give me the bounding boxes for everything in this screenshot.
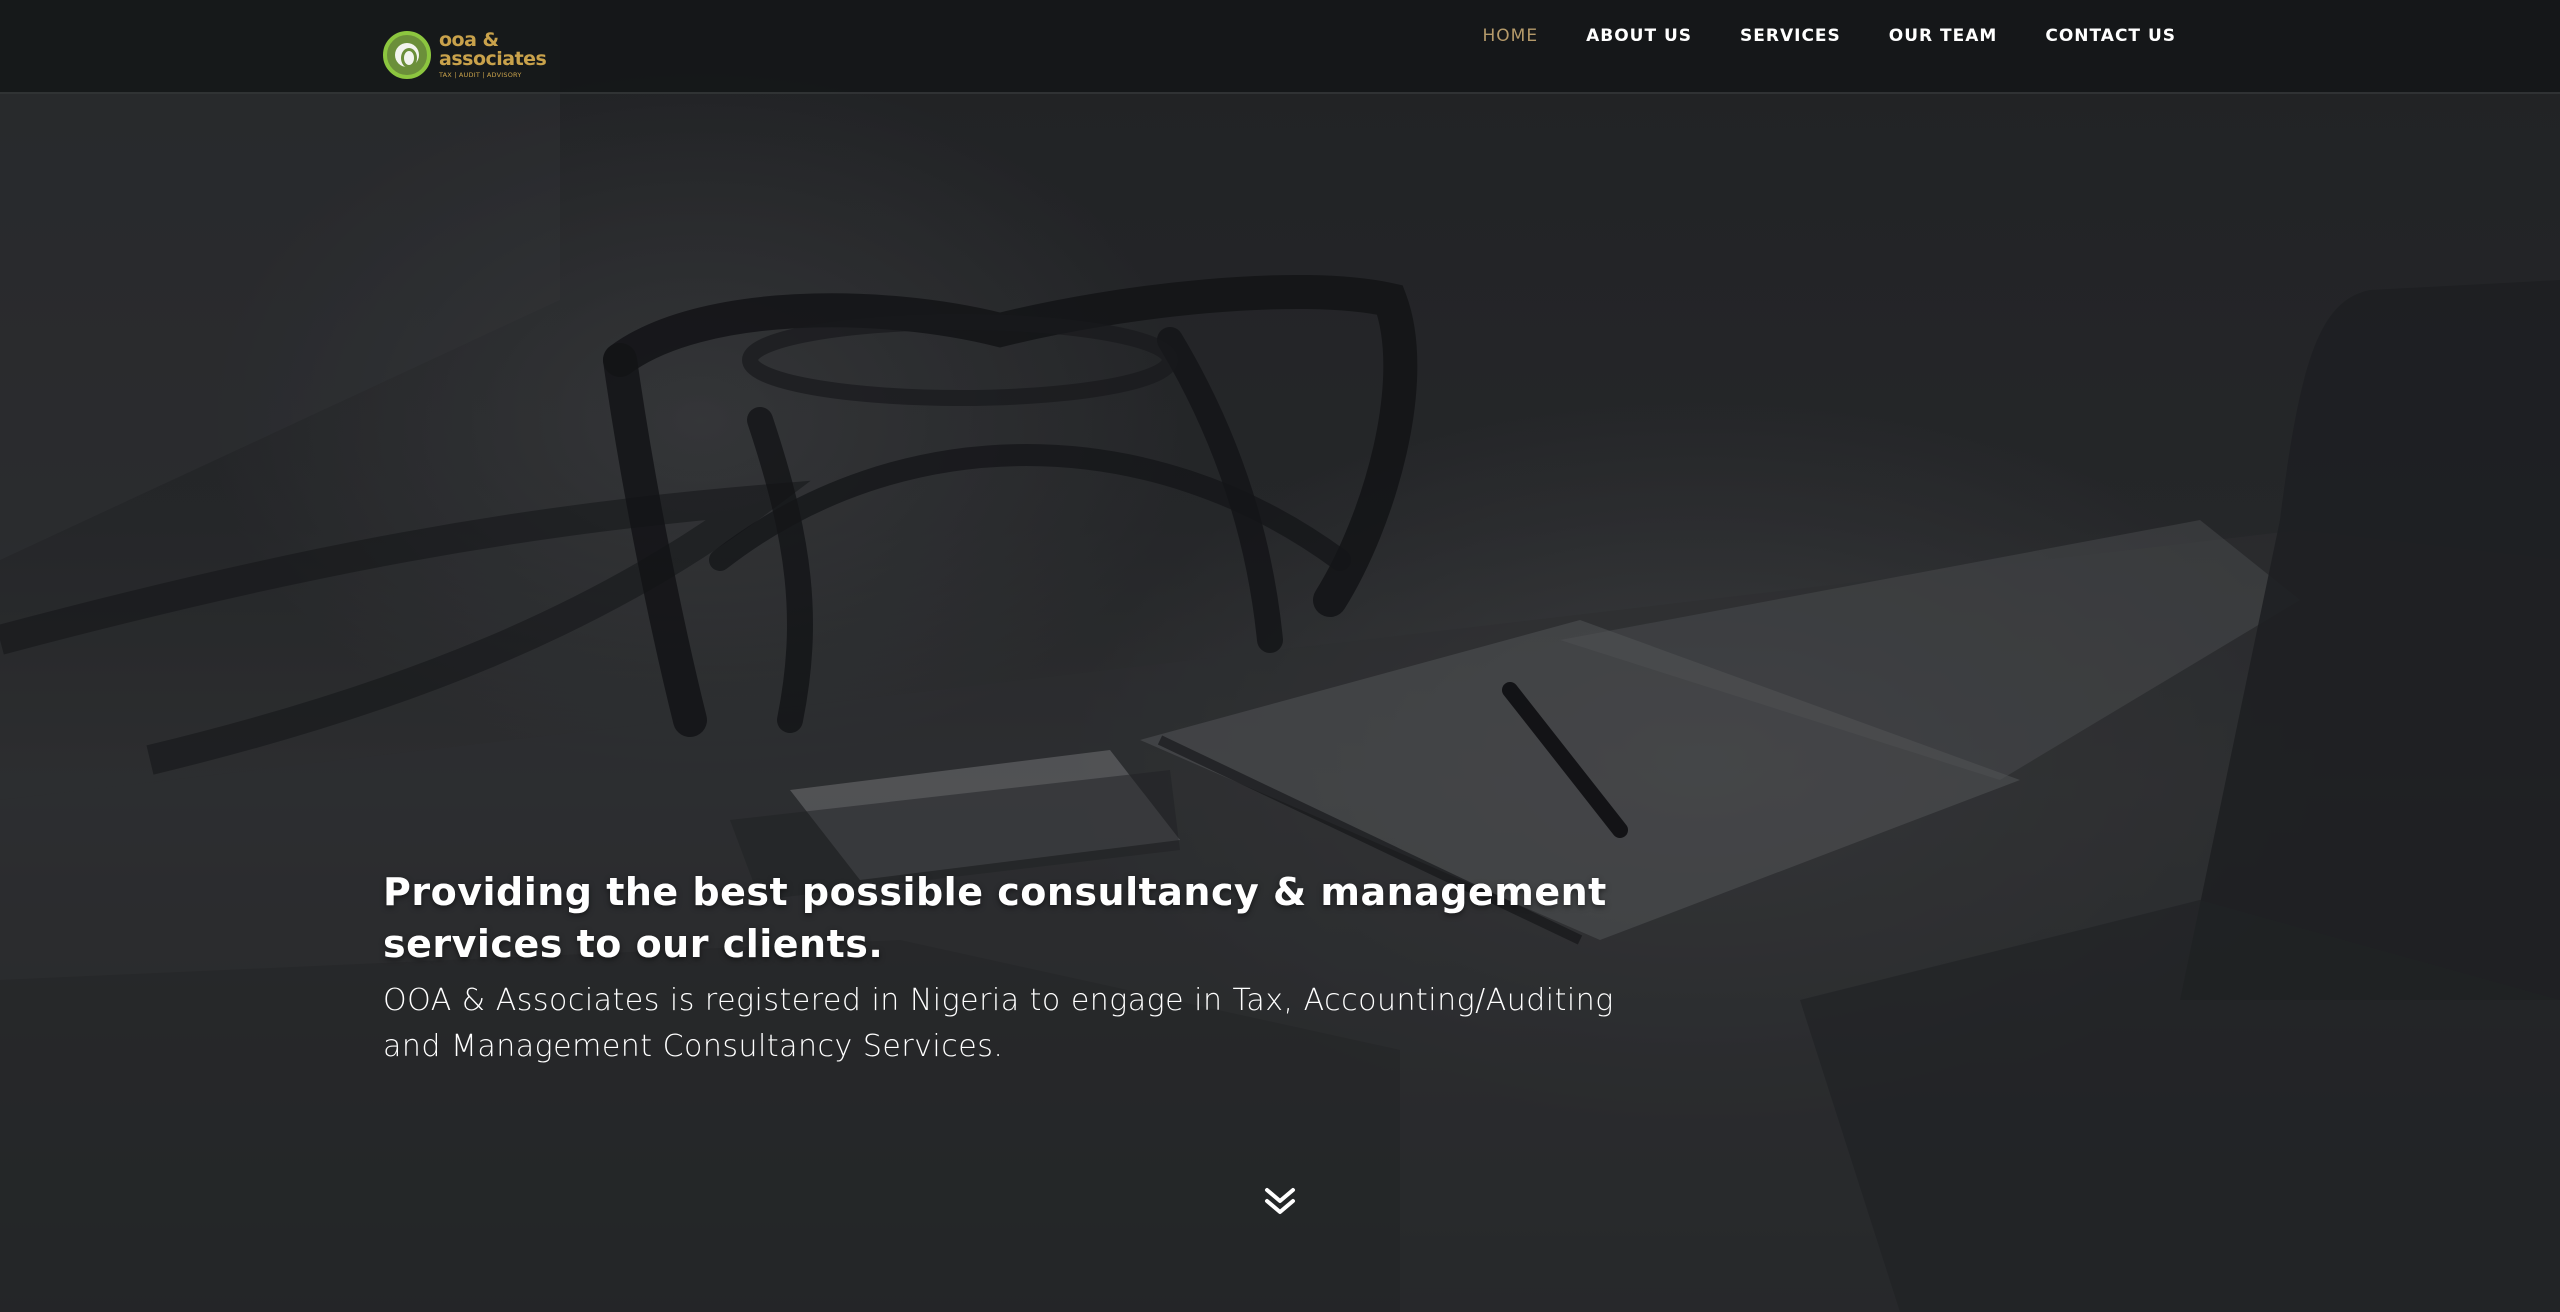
site-header: ooa & associates TAX | AUDIT | ADVISORY … bbox=[0, 0, 2560, 94]
background-overlay bbox=[0, 0, 2560, 1312]
logo-text: ooa & associates TAX | AUDIT | ADVISORY bbox=[439, 31, 547, 80]
logo-line2: associates bbox=[439, 48, 547, 71]
main-nav: HOME ABOUT US SERVICES OUR TEAM CONTACT … bbox=[1483, 26, 2176, 46]
hero-headline: Providing the best possible consultancy … bbox=[383, 870, 1607, 966]
nav-item-home[interactable]: HOME bbox=[1483, 26, 1539, 46]
double-chevron-down-icon[interactable] bbox=[1262, 1184, 1298, 1220]
nav-item-our-team[interactable]: OUR TEAM bbox=[1889, 26, 1998, 46]
page: ooa & associates TAX | AUDIT | ADVISORY … bbox=[0, 0, 2560, 1312]
hero-description: OOA & Associates is registered in Nigeri… bbox=[383, 983, 1614, 1064]
logo-icon bbox=[383, 31, 431, 79]
logo-tagline: TAX | AUDIT | ADVISORY bbox=[439, 71, 522, 80]
nav-item-about-us[interactable]: ABOUT US bbox=[1586, 26, 1692, 46]
nav-item-services[interactable]: SERVICES bbox=[1740, 26, 1841, 46]
hero-section: Providing the best possible consultancy … bbox=[383, 866, 1643, 1070]
nav-item-contact-us[interactable]: CONTACT US bbox=[2045, 26, 2176, 46]
logo[interactable]: ooa & associates TAX | AUDIT | ADVISORY bbox=[383, 30, 547, 80]
